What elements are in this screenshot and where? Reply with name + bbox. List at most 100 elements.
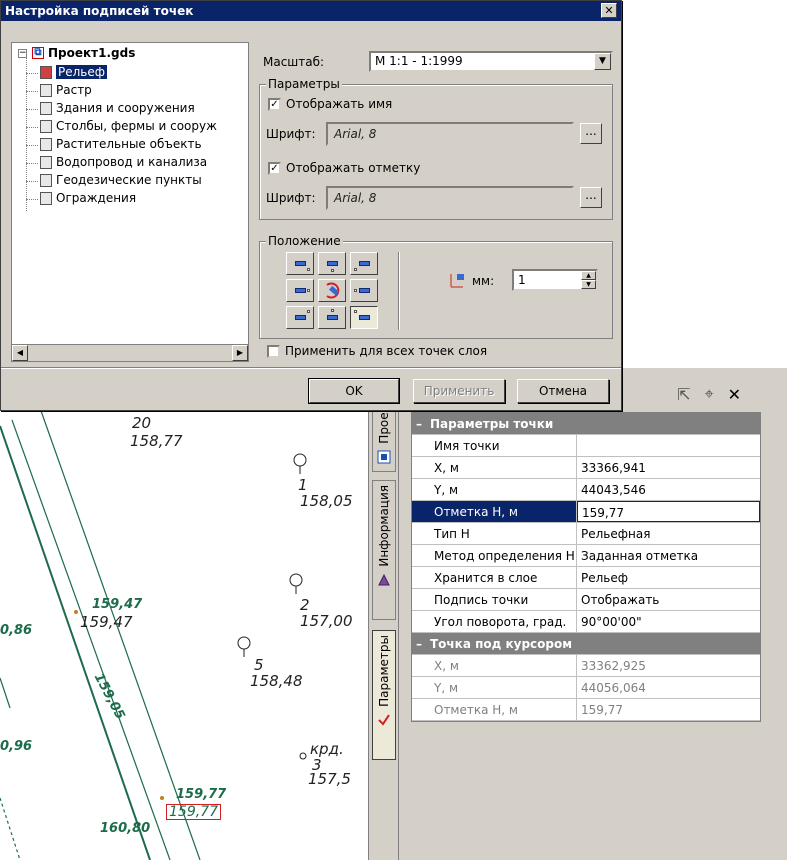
ok-button[interactable]: OK bbox=[308, 378, 400, 404]
position-top-button[interactable] bbox=[318, 252, 346, 275]
pointer-icon[interactable]: ⇱ bbox=[677, 385, 690, 404]
property-key: Имя точки bbox=[412, 435, 577, 456]
snap-icon[interactable]: ⌖ bbox=[705, 384, 714, 404]
position-right-button[interactable] bbox=[350, 279, 378, 302]
position-top-right-button[interactable] bbox=[350, 252, 378, 275]
section-header[interactable]: – Точка под курсором bbox=[412, 633, 760, 655]
position-group: Положение мм: 1 ▲ ▼ bbox=[259, 234, 613, 339]
tree-item-label: Растительные объекть bbox=[56, 137, 202, 151]
scroll-right-icon[interactable]: ▶ bbox=[232, 345, 248, 361]
property-key: Y, м bbox=[412, 677, 577, 698]
tree-item-label: Растр bbox=[56, 83, 92, 97]
layer-icon bbox=[40, 155, 52, 169]
position-bottom-left-button[interactable] bbox=[286, 306, 314, 329]
tree-guide bbox=[26, 57, 27, 211]
panel-toolbar: ⇱ ⌖ ✕ bbox=[677, 384, 741, 404]
font-picker-button[interactable]: ... bbox=[580, 123, 602, 144]
tree-item[interactable]: Растр bbox=[40, 83, 92, 97]
map-label: 158,48 bbox=[250, 672, 303, 690]
property-value[interactable]: 44043,546 bbox=[577, 479, 760, 500]
property-value[interactable]: Рельефная bbox=[577, 523, 760, 544]
offset-spinner[interactable]: 1 ▲ ▼ bbox=[512, 269, 598, 291]
tab-label: Информация bbox=[377, 485, 391, 567]
map-view[interactable]: 20 158,77 1 158,05 159,47 159,47 2 157,0… bbox=[0, 368, 372, 860]
map-label: 159,47 bbox=[80, 613, 133, 631]
position-center-button[interactable] bbox=[318, 279, 346, 302]
tree-guide bbox=[26, 73, 38, 74]
tree-item[interactable]: Растительные объекть bbox=[40, 137, 202, 151]
layer-icon bbox=[40, 119, 52, 133]
position-bottom-right-button[interactable] bbox=[350, 306, 378, 329]
tree-item-label: Столбы, фермы и сооруж bbox=[56, 119, 217, 133]
property-row[interactable]: Метод определения Н Заданная отметка bbox=[412, 545, 760, 567]
property-key: X, м bbox=[412, 457, 577, 478]
tab-information[interactable]: Информация bbox=[372, 480, 396, 620]
property-row-selected[interactable]: Отметка Н, м 159,77 bbox=[412, 501, 760, 523]
tree-item[interactable]: Здания и сооружения bbox=[40, 101, 195, 115]
horizontal-scrollbar[interactable]: ◀ ▶ bbox=[12, 344, 248, 361]
map-label: 159,47 bbox=[92, 597, 143, 612]
apply-all-checkbox[interactable]: Применить для всех точек слоя bbox=[267, 344, 487, 358]
spin-down-icon[interactable]: ▼ bbox=[581, 280, 596, 289]
property-key: X, м bbox=[412, 655, 577, 676]
tree-item[interactable]: Геодезические пункты bbox=[40, 173, 202, 187]
tree-item-label: Водопровод и канализа bbox=[56, 155, 208, 169]
position-group-title: Положение bbox=[266, 234, 343, 248]
position-bottom-button[interactable] bbox=[318, 306, 346, 329]
layer-icon bbox=[40, 101, 52, 115]
params-group-title: Параметры bbox=[266, 77, 342, 91]
property-value[interactable]: Отображать bbox=[577, 589, 760, 610]
checkbox-box bbox=[267, 344, 280, 358]
collapse-toggle[interactable]: − bbox=[18, 49, 27, 58]
dialog-titlebar[interactable]: Настройка подписей точек ✕ bbox=[1, 1, 621, 21]
position-top-left-button[interactable] bbox=[286, 252, 314, 275]
position-left-button[interactable] bbox=[286, 279, 314, 302]
tree-guide bbox=[26, 91, 38, 92]
section-header[interactable]: – Параметры точки bbox=[412, 413, 760, 435]
tree-item-label: Рельеф bbox=[56, 65, 108, 79]
property-row[interactable]: Хранится в слое Рельеф bbox=[412, 567, 760, 589]
property-value[interactable]: 90°00'00" bbox=[577, 611, 760, 632]
chevron-down-icon[interactable]: ▼ bbox=[594, 53, 611, 70]
scroll-left-icon[interactable]: ◀ bbox=[12, 345, 28, 361]
tree-item-relief[interactable]: Рельеф bbox=[40, 65, 108, 79]
panel-tabs: Проекты и Информация Параметры bbox=[369, 368, 399, 860]
tree-item[interactable]: Водопровод и канализа bbox=[40, 155, 207, 169]
tree-root[interactable]: ⧉ Проект1.gds bbox=[32, 46, 135, 60]
tab-parameters[interactable]: Параметры bbox=[372, 630, 396, 760]
scale-label: Масштаб: bbox=[263, 55, 325, 69]
tree-item-label: Ограждения bbox=[56, 191, 137, 205]
map-label: 159,77 bbox=[176, 787, 227, 802]
tree-item[interactable]: Ограждения bbox=[40, 191, 136, 205]
property-value[interactable]: 33366,941 bbox=[577, 457, 760, 478]
property-value[interactable] bbox=[577, 435, 760, 456]
property-row[interactable]: Тип Н Рельефная bbox=[412, 523, 760, 545]
cancel-button[interactable]: Отмена bbox=[517, 379, 609, 403]
property-row[interactable]: Подпись точки Отображать bbox=[412, 589, 760, 611]
tree-guide bbox=[26, 109, 38, 110]
property-row[interactable]: X, м 33366,941 bbox=[412, 457, 760, 479]
layer-icon bbox=[40, 65, 52, 79]
show-elevation-checkbox[interactable]: ✓ Отображать отметку bbox=[268, 161, 420, 175]
scale-select[interactable]: М 1:1 - 1:1999 ▼ bbox=[369, 51, 613, 72]
show-name-checkbox[interactable]: ✓ Отображать имя bbox=[268, 97, 392, 111]
selected-point-label[interactable]: 159,77 bbox=[166, 804, 221, 820]
apply-button[interactable]: Применить bbox=[413, 379, 505, 403]
property-value[interactable]: Рельеф bbox=[577, 567, 760, 588]
property-value[interactable]: 159,77 bbox=[577, 501, 760, 522]
property-row[interactable]: Имя точки bbox=[412, 435, 760, 457]
close-button[interactable]: ✕ bbox=[601, 3, 617, 18]
property-row[interactable]: Угол поворота, град. 90°00'00" bbox=[412, 611, 760, 633]
close-icon[interactable]: ✕ bbox=[728, 385, 741, 404]
font-picker-button[interactable]: ... bbox=[580, 187, 602, 208]
spinner-buttons[interactable]: ▲ ▼ bbox=[581, 271, 596, 289]
property-row[interactable]: Y, м 44043,546 bbox=[412, 479, 760, 501]
checkbox-label: Отображать отметку bbox=[286, 161, 421, 175]
spin-up-icon[interactable]: ▲ bbox=[581, 271, 596, 280]
offset-value: 1 bbox=[518, 273, 526, 287]
property-value[interactable]: Заданная отметка bbox=[577, 545, 760, 566]
layer-tree: − ⧉ Проект1.gds Рельеф Растр Здания и со… bbox=[11, 42, 249, 362]
tree-item[interactable]: Столбы, фермы и сооруж bbox=[40, 119, 217, 133]
rotate-icon bbox=[326, 282, 340, 299]
mm-label: мм: bbox=[472, 274, 495, 288]
